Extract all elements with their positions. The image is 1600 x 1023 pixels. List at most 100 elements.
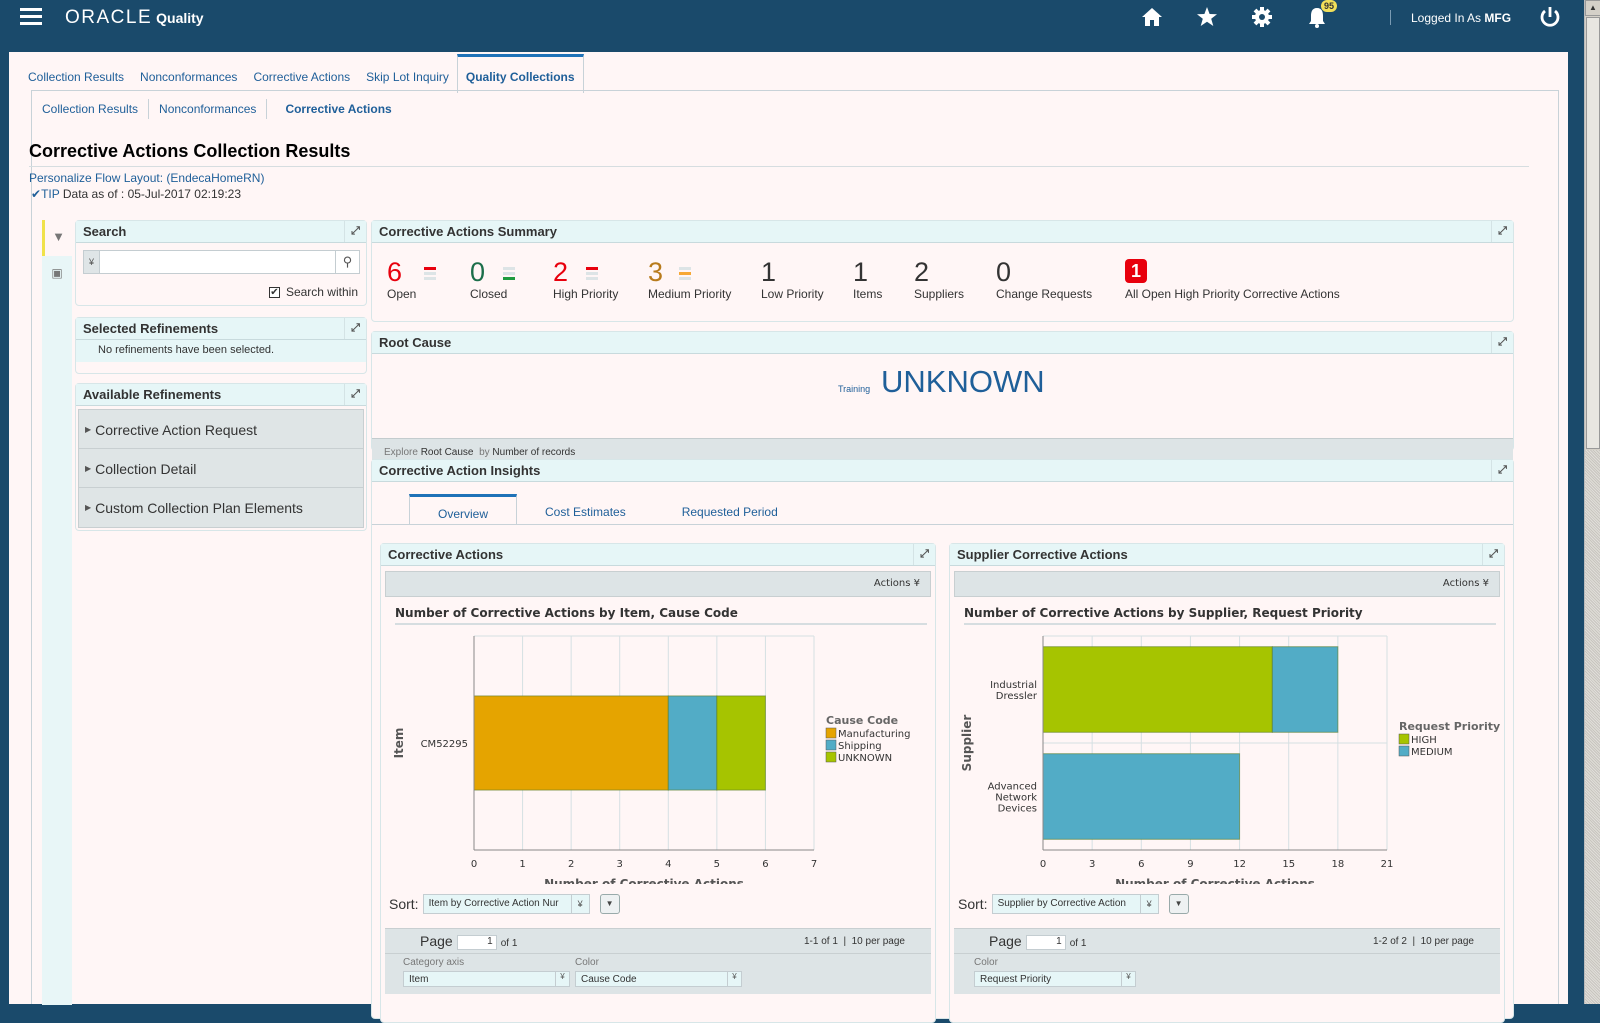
per-page[interactable]: 10 per page	[852, 936, 905, 947]
search-within-checkbox[interactable]: ✔	[268, 286, 280, 298]
tab-corrective-actions[interactable]: Corrective Actions	[245, 54, 358, 92]
legend-item: Shipping	[838, 741, 882, 752]
scroll-track[interactable]	[1585, 450, 1600, 1004]
settings-gear-icon[interactable]	[1250, 6, 1274, 30]
page-scrollbar[interactable]: ▲	[1584, 0, 1600, 1004]
select-chevron-icon: ¥	[555, 972, 569, 986]
metric-low-priority[interactable]: 1 Low Priority	[761, 257, 824, 301]
maximize-icon[interactable]: ⤢	[344, 318, 366, 339]
search-title: Search	[83, 224, 127, 239]
alert-open-high-priority[interactable]: 1 All Open High Priority Corrective Acti…	[1125, 259, 1340, 301]
refinement-item[interactable]: ▶ Collection Detail	[79, 449, 363, 488]
metric-open[interactable]: 6 Open	[387, 257, 436, 301]
explore-metric[interactable]: Number of records	[492, 447, 575, 458]
metric-medium-priority[interactable]: 3 Medium Priority	[648, 257, 731, 301]
root-cause-title: Root Cause	[379, 335, 452, 350]
search-within[interactable]: ✔ Search within	[268, 285, 358, 299]
page-input[interactable]: 1	[456, 934, 497, 950]
bar-segment-medium	[1271, 646, 1339, 733]
page-input[interactable]: 1	[1025, 934, 1066, 950]
notification-count-badge[interactable]: 95	[1321, 0, 1338, 12]
tab-requested-period[interactable]: Requested Period	[654, 494, 806, 524]
metric-label: Low Priority	[761, 287, 824, 301]
favorites-star-icon[interactable]	[1195, 6, 1219, 30]
legend-item: MEDIUM	[1411, 747, 1453, 758]
scroll-thumb[interactable]	[1586, 17, 1600, 449]
maximize-icon[interactable]: ⤢	[913, 544, 935, 565]
tag-training[interactable]: Training	[838, 384, 870, 394]
subtab-nonconformances[interactable]: Nonconformances	[149, 99, 268, 119]
actions-menu[interactable]: Actions	[874, 578, 911, 589]
subtab-corrective-actions[interactable]: Corrective Actions	[267, 99, 401, 119]
selected-refinements-title: Selected Refinements	[83, 321, 219, 336]
sort-label: Sort:	[958, 896, 988, 912]
tab-content: Collection Results Nonconformances Corre…	[29, 90, 1559, 1023]
tab-nonconformances[interactable]: Nonconformances	[132, 54, 245, 92]
filter-funnel-icon[interactable]: ▼	[42, 220, 72, 256]
maximize-icon[interactable]: ⤢	[1482, 544, 1504, 565]
sort-direction-button[interactable]: ▼	[1168, 894, 1189, 914]
scroll-up-arrow-icon[interactable]: ▲	[1585, 0, 1600, 16]
sort-direction-button[interactable]: ▼	[599, 894, 620, 914]
logout-power-icon[interactable]	[1538, 6, 1562, 30]
personalize-link[interactable]: Personalize Flow Layout: (EndecaHomeRN)	[29, 171, 264, 185]
alert-label: All Open High Priority Corrective Action…	[1125, 287, 1340, 301]
maximize-icon[interactable]: ⤢	[1491, 460, 1513, 481]
metric-high-priority[interactable]: 2 High Priority	[553, 257, 618, 301]
metric-label: High Priority	[553, 287, 619, 301]
maximize-icon[interactable]: ⤢	[1491, 332, 1513, 353]
search-input[interactable]	[102, 252, 332, 272]
tab-collection-results[interactable]: Collection Results	[20, 54, 132, 92]
bookmark-icon[interactable]: ▣	[42, 260, 72, 290]
tab-overview[interactable]: Overview	[409, 494, 518, 525]
refinement-item[interactable]: ▶ Corrective Action Request	[79, 410, 363, 449]
search-dropdown-icon[interactable]: ¥	[84, 251, 100, 273]
refinement-item[interactable]: ▶ Custom Collection Plan Elements	[79, 488, 363, 527]
metric-value: 0	[470, 257, 486, 287]
home-icon[interactable]	[1140, 6, 1164, 30]
metric-suppliers[interactable]: 2 Suppliers	[914, 257, 964, 301]
tab-skip-lot-inquiry[interactable]: Skip Lot Inquiry	[358, 54, 457, 92]
select-chevron-icon: ¥	[1121, 972, 1135, 986]
maximize-icon[interactable]: ⤢	[344, 221, 366, 242]
category-label: Network	[995, 793, 1037, 804]
metric-change-requests[interactable]: 0 Change Requests	[996, 257, 1092, 301]
explore-label: Explore	[384, 447, 418, 458]
search-icon[interactable]: ⚲	[335, 251, 359, 273]
available-refinements-header: Available Refinements ⤢	[76, 384, 366, 406]
menu-icon[interactable]	[20, 8, 42, 26]
chart-panel-title: Supplier Corrective Actions	[957, 547, 1128, 562]
category-axis-select[interactable]: Item ¥	[403, 971, 570, 987]
chart-config-row: Color Request Priority ¥	[954, 954, 1500, 994]
range-info: 1-2 of 2 | 10 per page	[1372, 936, 1474, 947]
per-page[interactable]: 10 per page	[1421, 936, 1474, 947]
actions-menu[interactable]: Actions	[1443, 578, 1480, 589]
header-divider	[1390, 10, 1391, 25]
expand-triangle-icon: ▶	[85, 503, 92, 512]
bar-segment-high	[1042, 646, 1273, 733]
x-tick-label: 3	[1089, 859, 1095, 870]
metric-items[interactable]: 1 Items	[853, 257, 882, 301]
actions-chevron-icon[interactable]: ¥	[1483, 578, 1489, 589]
root-cause-panel: Root Cause ⤢ Training UNKNOWN Explore Roo…	[371, 331, 1514, 466]
metric-closed[interactable]: 0 Closed	[470, 257, 515, 301]
select-chevron-icon: ¥	[570, 895, 589, 913]
color-select[interactable]: Request Priority ¥	[974, 971, 1136, 987]
x-tick-label: 6	[762, 859, 768, 870]
summary-panel: Corrective Actions Summary ⤢ 6 Open 0 Clo…	[371, 220, 1514, 322]
actions-chevron-icon[interactable]: ¥	[914, 578, 920, 589]
x-tick-label: 9	[1187, 859, 1193, 870]
tag-unknown[interactable]: UNKNOWN	[881, 364, 1045, 400]
sort-select[interactable]: Item by Corrective Action Nur ¥	[422, 894, 590, 914]
explore-attribute[interactable]: Root Cause	[421, 447, 474, 458]
maximize-icon[interactable]: ⤢	[1491, 221, 1513, 242]
tab-quality-collections[interactable]: Quality Collections	[456, 54, 584, 93]
maximize-icon[interactable]: ⤢	[344, 384, 366, 405]
tab-cost-estimates[interactable]: Cost Estimates	[517, 494, 654, 524]
data-as-of-label: Data as of :	[62, 187, 125, 201]
sort-select[interactable]: Supplier by Corrective Action ¥	[991, 894, 1159, 914]
legend-swatch	[1398, 733, 1410, 745]
subtab-collection-results[interactable]: Collection Results	[32, 99, 150, 119]
sub-tabs: Collection Results Nonconformances Corre…	[32, 99, 402, 119]
color-select[interactable]: Cause Code ¥	[575, 971, 742, 987]
